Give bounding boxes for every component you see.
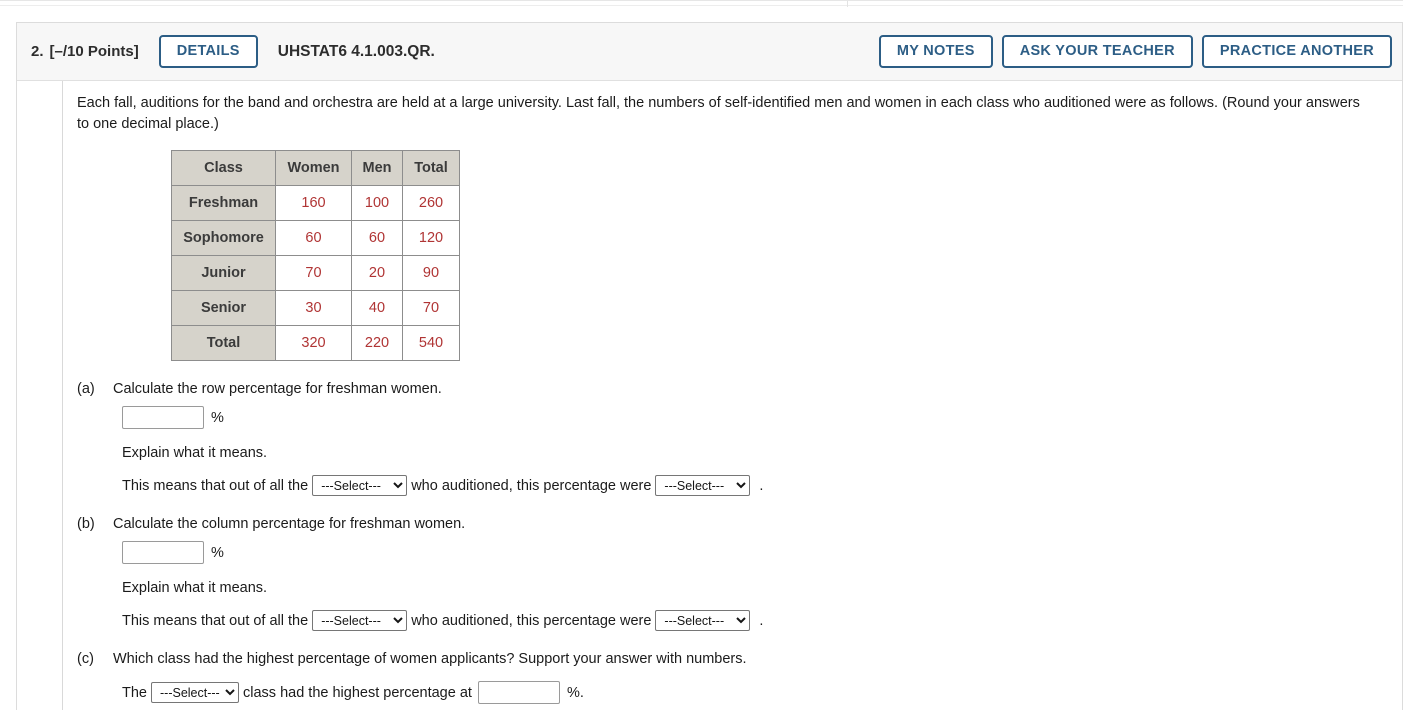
cell-men: 20 [351,255,403,292]
question-content: Each fall, auditions for the band and or… [77,81,1392,705]
part-b-means-prefix: This means that out of all the [122,612,309,629]
cell-total: 120 [402,220,460,257]
part-b-means-row: This means that out of all the ---Select… [122,610,1392,632]
part-a-means-prefix: This means that out of all the [122,477,309,494]
details-button[interactable]: DETAILS [158,34,258,69]
table-row: Total 320 220 540 [171,325,460,362]
part-a-percent-input[interactable] [122,406,204,430]
part-c-select-class[interactable]: ---Select--- [151,682,239,704]
question-card: 2. [–/10 Points] DETAILS UHSTAT6 4.1.003… [16,22,1403,710]
table-header-women: Women [275,150,352,187]
part-b-means-middle: who auditioned, this percentage were [411,612,652,629]
cell-total: 260 [402,185,460,222]
cell-total: 90 [402,255,460,292]
cell-total: 540 [402,325,460,362]
part-b-answer-row: % [122,541,1392,565]
part-b-explain-label: Explain what it means. [122,580,268,597]
cell-men: 220 [351,325,403,362]
body-left-rule [62,81,63,710]
table-row: Sophomore 60 60 120 [171,220,460,257]
my-notes-button[interactable]: MY NOTES [878,34,993,69]
cell-women: 320 [275,325,352,362]
part-a-explain-label: Explain what it means. [122,445,268,462]
part-c-sentence-suffix: %. [566,684,584,701]
part-b-means-suffix: . [759,612,764,629]
row-label: Senior [171,290,276,327]
part-b-percent-symbol: % [211,544,224,561]
part-a-means-suffix: . [759,477,764,494]
strip-seam [847,1,848,7]
question-body: Each fall, auditions for the band and or… [17,81,1402,710]
question-intro: Each fall, auditions for the band and or… [77,95,1360,133]
question-number: 2. [31,43,44,60]
part-b-select-group[interactable]: ---Select--- [655,610,751,632]
part-b-prompt: Calculate the column percentage for fres… [113,516,466,533]
table-row: Senior 30 40 70 [171,290,460,327]
cell-men: 100 [351,185,403,222]
question-header-actions: MY NOTES ASK YOUR TEACHER PRACTICE ANOTH… [878,23,1392,80]
part-b-label: (b) [77,516,95,533]
cell-women: 60 [275,220,352,257]
part-a-prompt: Calculate the row percentage for freshma… [113,381,442,398]
table-header-class: Class [171,150,276,187]
part-a-select-group[interactable]: ---Select--- [655,475,751,497]
cell-women: 160 [275,185,352,222]
table-header-row: Class Women Men Total [171,150,460,187]
audition-counts-table: Class Women Men Total Freshman 160 100 2… [171,150,460,362]
row-label: Total [171,325,276,362]
question-code: UHSTAT6 4.1.003.QR. [277,42,435,60]
cell-men: 40 [351,290,403,327]
part-c-sentence-prefix: The [122,684,147,701]
question-header-left: 2. [–/10 Points] DETAILS UHSTAT6 4.1.003… [17,23,435,80]
table-header-total: Total [402,150,460,187]
part-c-sentence-middle: class had the highest percentage at [243,684,472,701]
part-a-select-population[interactable]: ---Select--- [312,475,408,497]
row-label: Freshman [171,185,276,222]
part-c-prompt-row: (c) Which class had the highest percenta… [77,651,1392,667]
table-row: Freshman 160 100 260 [171,185,460,222]
row-label: Sophomore [171,220,276,257]
ask-your-teacher-button[interactable]: ASK YOUR TEACHER [1001,34,1193,69]
part-c-answer-row: The ---Select--- class had the highest p… [122,681,1392,705]
part-a-means-middle: who auditioned, this percentage were [411,477,652,494]
part-a-percent-symbol: % [211,409,224,426]
part-b-percent-input[interactable] [122,541,204,565]
question-header: 2. [–/10 Points] DETAILS UHSTAT6 4.1.003… [17,23,1402,81]
part-b-prompt-row: (b) Calculate the column percentage for … [77,516,1392,532]
part-a-means-row: This means that out of all the ---Select… [122,475,1392,497]
part-a-answer-row: % [122,406,1392,430]
part-c: (c) Which class had the highest percenta… [77,651,1392,705]
previous-question-strip [0,0,1403,7]
cell-women: 30 [275,290,352,327]
cell-total: 70 [402,290,460,327]
cell-women: 70 [275,255,352,292]
part-a-prompt-row: (a) Calculate the row percentage for fre… [77,381,1392,397]
cell-men: 60 [351,220,403,257]
row-label: Junior [171,255,276,292]
part-a-label: (a) [77,381,95,398]
part-c-percent-input[interactable] [477,681,560,705]
table-header-men: Men [351,150,403,187]
part-c-prompt: Which class had the highest percentage o… [113,651,747,668]
table-row: Junior 70 20 90 [171,255,460,292]
part-b-select-population[interactable]: ---Select--- [312,610,408,632]
practice-another-button[interactable]: PRACTICE ANOTHER [1201,34,1392,69]
part-b: (b) Calculate the column percentage for … [77,516,1392,632]
part-c-label: (c) [77,651,94,668]
question-points: [–/10 Points] [49,43,139,60]
part-a: (a) Calculate the row percentage for fre… [77,381,1392,497]
